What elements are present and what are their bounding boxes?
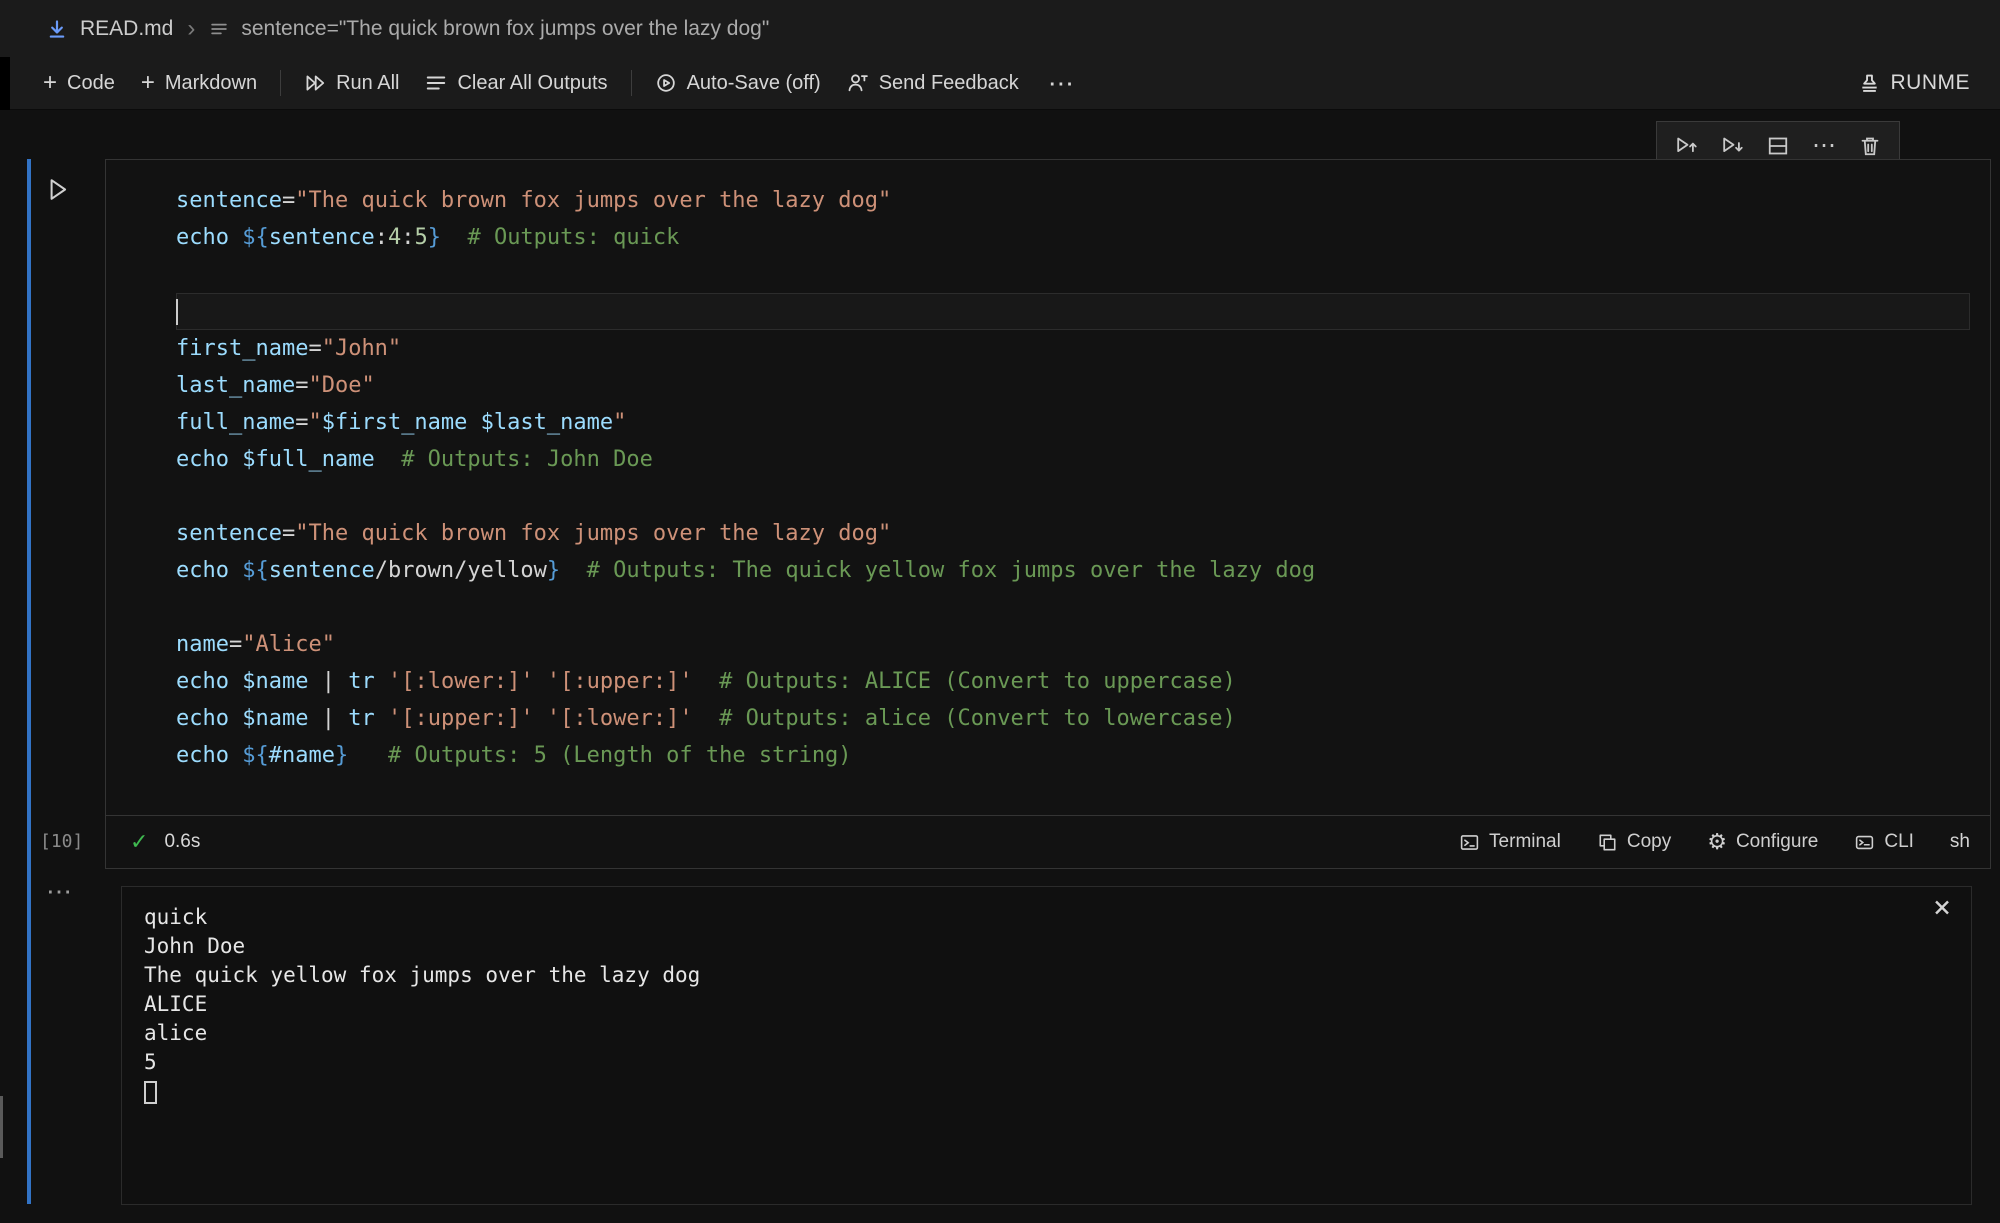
- left-scrollbar[interactable]: [0, 1096, 3, 1158]
- output-line: 5: [144, 1048, 1949, 1077]
- send-feedback-button[interactable]: Send Feedback: [834, 57, 1032, 109]
- cell-actions: Terminal Copy ⚙ Configure CLI: [1459, 831, 1970, 853]
- auto-save-label: Auto-Save (off): [687, 72, 821, 95]
- terminal-cursor: [144, 1081, 157, 1104]
- code-line[interactable]: sentence="The quick brown fox jumps over…: [176, 182, 1970, 219]
- breadcrumb-cell[interactable]: sentence="The quick brown fox jumps over…: [241, 17, 769, 41]
- code-line[interactable]: [176, 478, 1970, 515]
- output-line: alice: [144, 1019, 1949, 1048]
- configure-label: Configure: [1736, 831, 1818, 853]
- breadcrumb-file[interactable]: READ.md: [80, 17, 173, 41]
- run-cell-button[interactable]: [44, 176, 71, 203]
- auto-save-toggle[interactable]: Auto-Save (off): [642, 57, 834, 109]
- code-line[interactable]: [176, 589, 1970, 626]
- notebook-toolbar: + Code + Markdown Run All Clear All Outp…: [0, 57, 2000, 110]
- toolbar-divider: [631, 70, 632, 96]
- code-editor[interactable]: sentence="The quick brown fox jumps over…: [106, 160, 1990, 815]
- breadcrumb: READ.md › sentence="The quick brown fox …: [0, 0, 2000, 57]
- run-all-icon: [304, 72, 326, 94]
- add-markdown-cell-button[interactable]: + Markdown: [128, 57, 270, 109]
- code-line[interactable]: [176, 256, 1970, 293]
- cell-status-bar: ✓ 0.6s Terminal Copy ⚙ Configure: [106, 815, 1990, 868]
- code-line[interactable]: last_name="Doe": [176, 367, 1970, 404]
- code-line[interactable]: full_name="$first_name $last_name": [176, 404, 1970, 441]
- cell-list-icon: [209, 19, 229, 39]
- runme-logo-icon: [46, 18, 68, 40]
- run-all-button[interactable]: Run All: [291, 57, 412, 109]
- run-all-label: Run All: [336, 72, 399, 95]
- window-edge: [0, 57, 10, 110]
- code-line[interactable]: echo ${sentence/brown/yellow} # Outputs:…: [176, 552, 1970, 589]
- add-code-label: Code: [67, 72, 115, 95]
- code-line[interactable]: echo ${sentence:4:5} # Outputs: quick: [176, 219, 1970, 256]
- cli-action[interactable]: CLI: [1854, 831, 1914, 853]
- terminal-label: Terminal: [1489, 831, 1561, 853]
- configure-action[interactable]: ⚙ Configure: [1707, 831, 1818, 853]
- gear-icon: ⚙: [1707, 831, 1727, 853]
- runme-brand-label: RUNME: [1891, 71, 1971, 95]
- output-collapse-button[interactable]: ⋯: [46, 876, 72, 907]
- auto-save-icon: [655, 72, 677, 94]
- output-prompt-line: [144, 1077, 1949, 1112]
- runme-brand-button[interactable]: RUNME: [1858, 71, 1975, 95]
- terminal-icon: [1459, 832, 1480, 853]
- clear-all-outputs-button[interactable]: Clear All Outputs: [412, 57, 620, 109]
- send-feedback-label: Send Feedback: [879, 72, 1019, 95]
- chevron-right-icon: ›: [185, 15, 197, 43]
- output-line: ALICE: [144, 990, 1949, 1019]
- cli-label: CLI: [1884, 831, 1914, 853]
- success-check-icon: ✓: [130, 829, 148, 855]
- clear-outputs-icon: [425, 72, 447, 94]
- code-line[interactable]: echo $name | tr '[:lower:]' '[:upper:]' …: [176, 663, 1970, 700]
- runme-stamp-icon: [1858, 72, 1881, 95]
- output-line: John Doe: [144, 932, 1949, 961]
- copy-icon: [1597, 832, 1618, 853]
- code-line[interactable]: first_name="John": [176, 330, 1970, 367]
- clear-all-label: Clear All Outputs: [457, 72, 607, 95]
- output-lines: quickJohn DoeThe quick yellow fox jumps …: [144, 903, 1949, 1077]
- close-output-button[interactable]: ×: [1933, 893, 1951, 923]
- cell-focus-indicator: [27, 159, 31, 1204]
- code-line[interactable]: echo $full_name # Outputs: John Doe: [176, 441, 1970, 478]
- toolbar-more-button[interactable]: ⋯: [1032, 68, 1090, 99]
- copy-action[interactable]: Copy: [1597, 831, 1671, 853]
- cell-output-panel: quickJohn DoeThe quick yellow fox jumps …: [121, 886, 1972, 1205]
- language-indicator[interactable]: sh: [1950, 831, 1970, 853]
- add-markdown-label: Markdown: [165, 72, 257, 95]
- output-line: quick: [144, 903, 1949, 932]
- text-cursor: [176, 299, 178, 325]
- code-line[interactable]: sentence="The quick brown fox jumps over…: [176, 515, 1970, 552]
- cli-icon: [1854, 832, 1875, 853]
- code-line[interactable]: name="Alice": [176, 626, 1970, 663]
- runme-notebook-window: READ.md › sentence="The quick brown fox …: [0, 0, 2000, 1223]
- code-line[interactable]: echo $name | tr '[:upper:]' '[:lower:]' …: [176, 700, 1970, 737]
- feedback-person-icon: [847, 72, 869, 94]
- plus-icon: +: [141, 71, 155, 95]
- code-lines: sentence="The quick brown fox jumps over…: [176, 182, 1970, 774]
- copy-label: Copy: [1627, 831, 1671, 853]
- code-line[interactable]: echo ${#name} # Outputs: 5 (Length of th…: [176, 737, 1970, 774]
- execution-count: [10]: [40, 831, 83, 852]
- code-line[interactable]: [176, 293, 1970, 330]
- code-cell: sentence="The quick brown fox jumps over…: [105, 159, 1991, 869]
- execution-duration: 0.6s: [164, 831, 200, 853]
- terminal-action[interactable]: Terminal: [1459, 831, 1561, 853]
- output-line: The quick yellow fox jumps over the lazy…: [144, 961, 1949, 990]
- plus-icon: +: [43, 71, 57, 95]
- add-code-cell-button[interactable]: + Code: [30, 57, 128, 109]
- toolbar-divider: [280, 70, 281, 96]
